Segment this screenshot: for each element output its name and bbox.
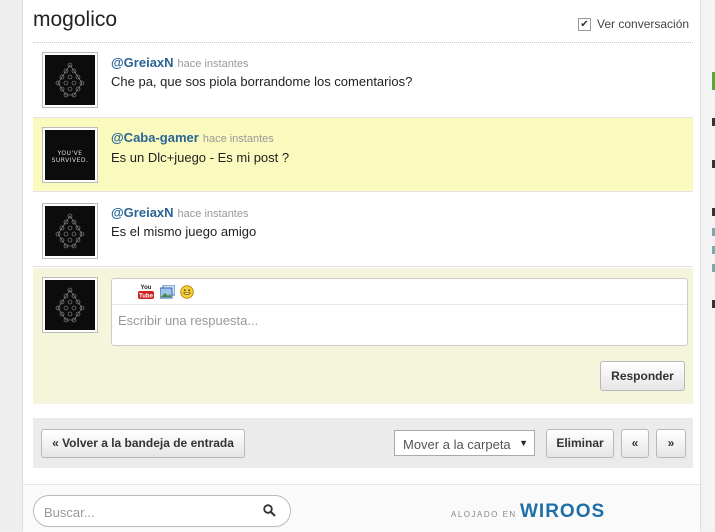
- svg-text:Tube: Tube: [139, 294, 154, 300]
- avatar-caption: YOU'VE SURVIVED.: [51, 150, 89, 164]
- message-username[interactable]: @GreiaxN: [111, 205, 174, 220]
- left-margin: [0, 0, 23, 531]
- next-button[interactable]: »: [656, 429, 686, 458]
- message-time: hace instantes: [177, 208, 249, 220]
- geometric-avatar-icon: [55, 213, 85, 249]
- reply-editor[interactable]: You Tube Escribir una respuesta...: [111, 278, 688, 346]
- search-input[interactable]: Buscar...: [44, 505, 95, 520]
- avatar[interactable]: [43, 204, 97, 258]
- view-conversation-checkbox[interactable]: ✔: [578, 17, 591, 31]
- message-item: @GreiaxN hace instantes Es el mismo juego…: [33, 192, 693, 267]
- message-item: @GreiaxN hace instantes Che pa, que sos p…: [33, 43, 693, 118]
- move-to-folder-select[interactable]: Mover a la carpeta ▼: [394, 430, 535, 456]
- geometric-avatar-icon: [55, 62, 85, 98]
- reply-toolbar: You Tube: [112, 279, 687, 305]
- conversation-title: mogolico: [33, 8, 118, 31]
- message-username[interactable]: @Caba-gamer: [111, 130, 199, 145]
- message-time: hace instantes: [202, 133, 274, 145]
- svg-text:You: You: [141, 285, 152, 291]
- view-conversation-toggle[interactable]: ✔ Ver conversación: [578, 17, 689, 31]
- avatar: [43, 278, 97, 332]
- footer: Buscar... ALOJADO EN WIROOS: [23, 484, 700, 532]
- message-item-highlighted: YOU'VE SURVIVED. @Caba-gamer hace instant…: [33, 118, 693, 192]
- hosted-by-label: ALOJADO EN: [451, 510, 517, 519]
- search-box[interactable]: Buscar...: [33, 495, 291, 527]
- hosting-brand-logo[interactable]: WIROOS: [520, 501, 605, 523]
- message-meta: @Caba-gamer hace instantes: [111, 130, 274, 145]
- reply-input[interactable]: Escribir una respuesta...: [118, 313, 258, 328]
- message-text: Es un Dlc+juego - Es mi post ?: [111, 150, 290, 165]
- previous-button[interactable]: «: [621, 429, 649, 458]
- message-text: Es el mismo juego amigo: [111, 224, 257, 239]
- message-meta: @GreiaxN hace instantes: [111, 205, 248, 220]
- avatar[interactable]: YOU'VE SURVIVED.: [43, 128, 97, 182]
- message-meta: @GreiaxN hace instantes: [111, 55, 248, 70]
- message-username[interactable]: @GreiaxN: [111, 55, 174, 70]
- message-time: hace instantes: [177, 58, 249, 70]
- reply-area: You Tube Escribir una respuesta... Respo…: [33, 268, 693, 404]
- message-text: Che pa, que sos piola borrandome los com…: [111, 74, 413, 89]
- youtube-icon[interactable]: You Tube: [138, 283, 154, 303]
- delete-button[interactable]: Eliminar: [546, 429, 614, 458]
- emoticon-icon[interactable]: [180, 285, 194, 302]
- action-bar: « Volver a la bandeja de entrada Mover a…: [33, 418, 693, 468]
- avatar[interactable]: [43, 53, 97, 107]
- back-to-inbox-button[interactable]: « Volver a la bandeja de entrada: [41, 429, 245, 458]
- geometric-avatar-icon: [55, 287, 85, 323]
- image-icon[interactable]: [159, 284, 176, 302]
- search-icon[interactable]: [263, 504, 276, 520]
- move-to-folder-label: Mover a la carpeta: [403, 437, 511, 452]
- reply-submit-button[interactable]: Responder: [600, 361, 685, 391]
- view-conversation-label: Ver conversación: [597, 17, 690, 31]
- chevron-down-icon: ▼: [519, 438, 528, 448]
- conversation-panel: mogolico ✔ Ver conversación @GreiaxN hace…: [23, 0, 700, 484]
